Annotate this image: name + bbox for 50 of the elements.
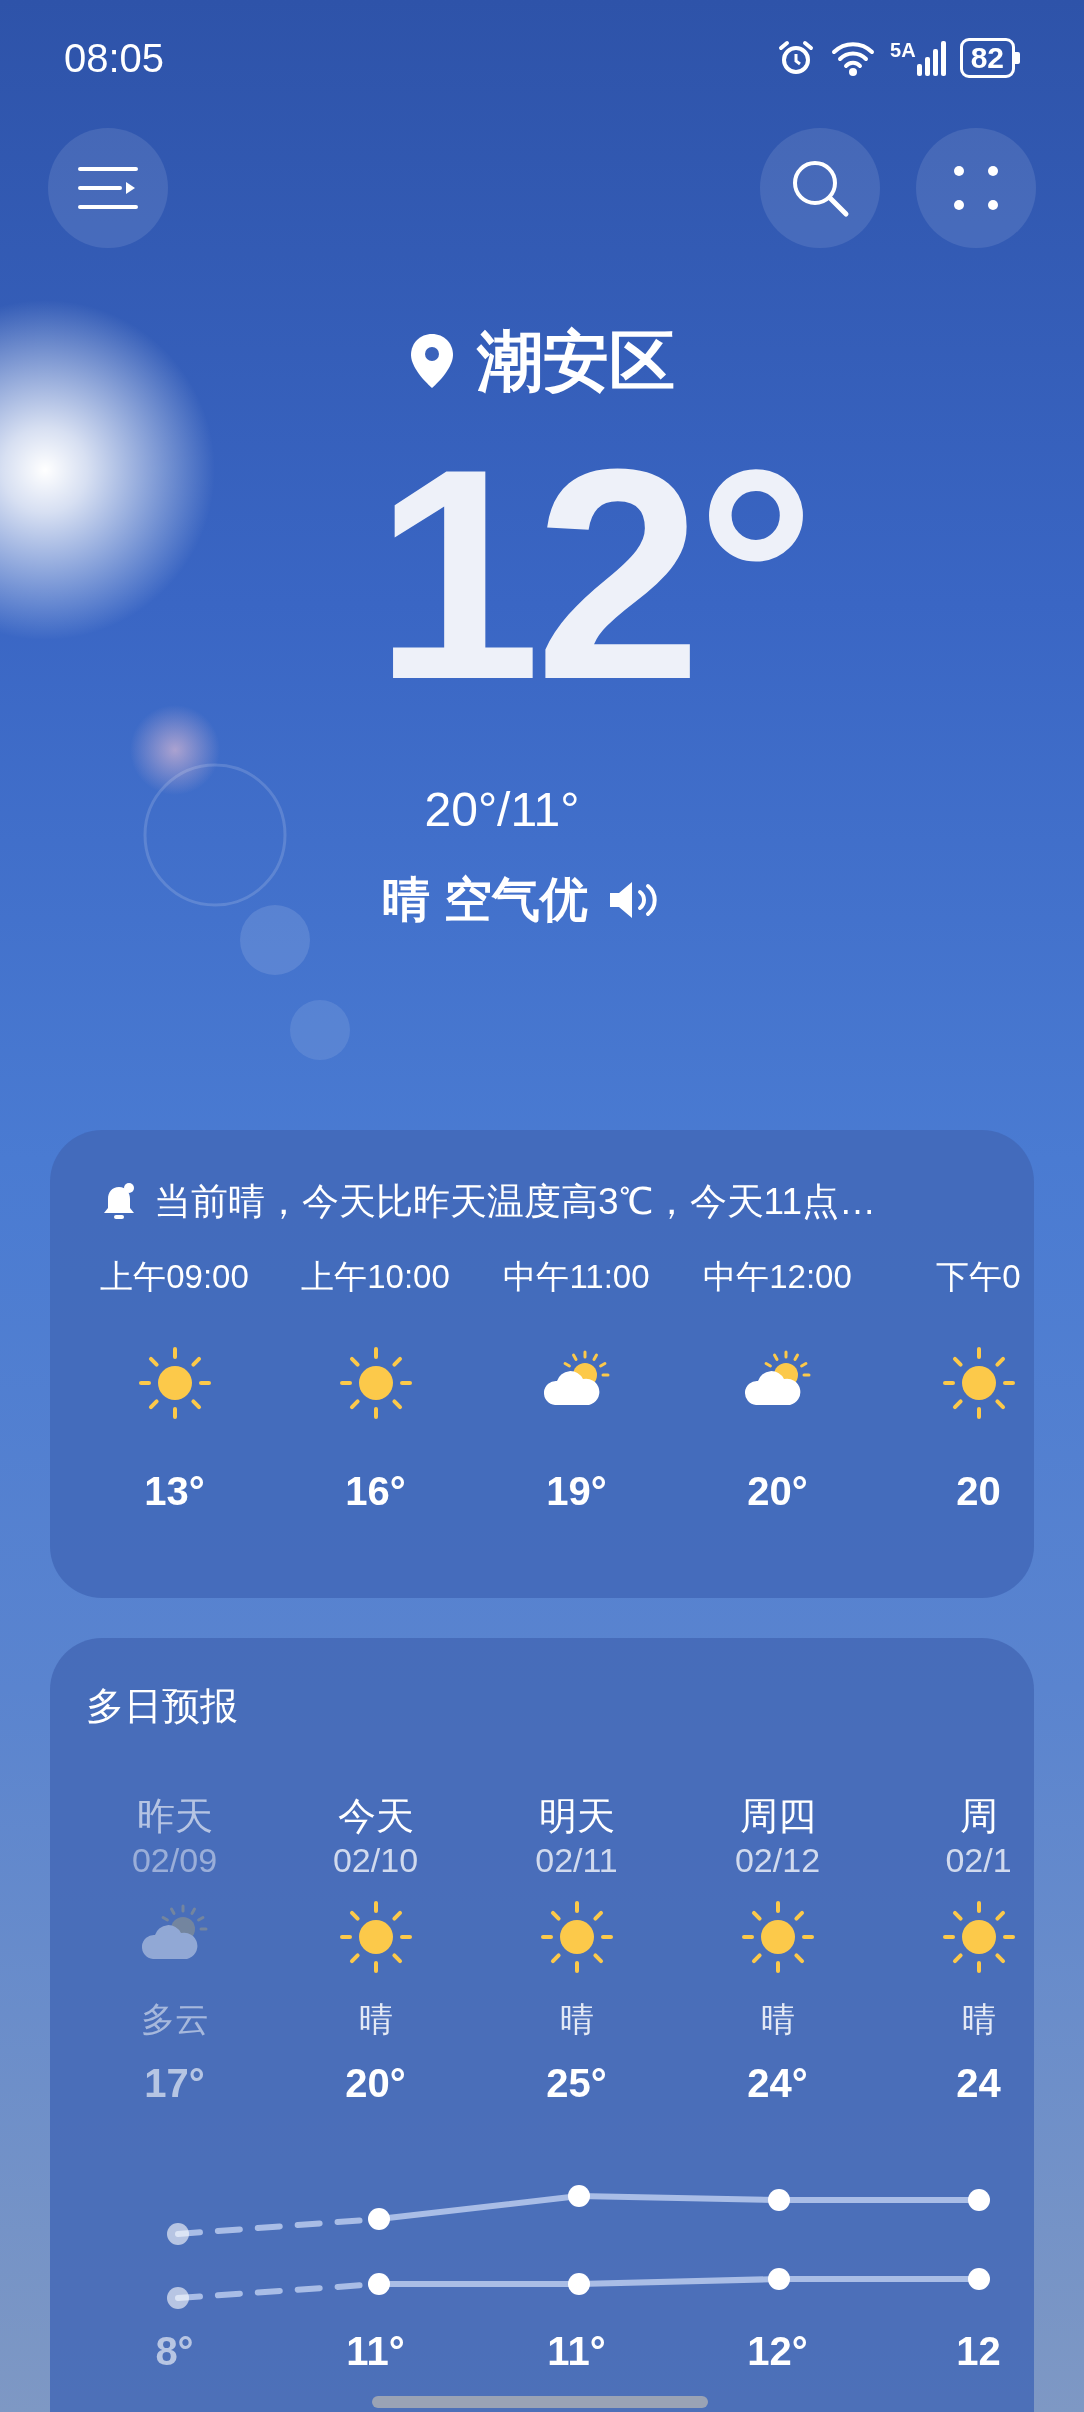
hour-label: 上午09:00: [100, 1256, 249, 1297]
location-pin-icon: [409, 332, 455, 390]
day-high: 25°: [546, 2060, 607, 2107]
hour-temperature: 20°: [747, 1468, 808, 1515]
weather-summary: 晴 空气优: [382, 872, 588, 928]
bell-icon: [102, 1181, 136, 1222]
hour-label: 下午0: [936, 1256, 1021, 1297]
day-date: 02/1: [945, 1840, 1012, 1881]
grid-dots-icon: [954, 166, 998, 210]
day-name: 今天: [337, 1794, 414, 1839]
forecast-title: 多日预报: [86, 1685, 238, 1727]
status-time: 08:05: [64, 35, 165, 82]
temperature-range: 20°/11°: [424, 782, 580, 838]
day-condition: 晴: [760, 1999, 795, 2039]
day-low: 12°: [747, 2328, 808, 2375]
hour-temperature: 13°: [144, 1468, 205, 1515]
day-name: 周四: [739, 1794, 816, 1839]
menu-icon: [77, 165, 139, 211]
day-date: 02/10: [332, 1840, 419, 1881]
network-type: 5A: [890, 40, 916, 60]
signal-icon: [915, 40, 946, 76]
day-condition: 晴: [559, 1999, 594, 2039]
battery-level: 82: [959, 38, 1015, 78]
day-condition: 多云: [140, 1999, 209, 2039]
hour-label: 中午11:00: [503, 1256, 650, 1297]
day-condition: 晴: [358, 1999, 393, 2039]
current-temperature: 12°: [374, 424, 810, 724]
day-name: 昨天: [136, 1794, 213, 1839]
day-condition: 晴: [961, 1999, 996, 2039]
day-high: 24: [956, 2060, 1001, 2107]
day-name: 周: [959, 1794, 998, 1839]
day-high: 17°: [144, 2060, 205, 2107]
battery-tip-icon: [1015, 52, 1020, 64]
day-high: 20°: [345, 2060, 406, 2107]
location-name: 潮安区: [477, 328, 675, 394]
day-date: 02/12: [734, 1840, 821, 1881]
hour-label: 中午12:00: [703, 1256, 852, 1297]
hour-temperature: 16°: [345, 1468, 406, 1515]
day-low: 8°: [155, 2328, 194, 2375]
weather-alert-text: 当前晴，今天比昨天温度高3℃，今天11点…: [154, 1180, 876, 1224]
day-low: 11°: [547, 2328, 606, 2375]
day-high: 24°: [747, 2060, 808, 2107]
hour-temperature: 19°: [546, 1468, 607, 1515]
day-low: 12: [956, 2328, 1001, 2375]
hour-label: 上午10:00: [301, 1256, 450, 1297]
hour-temperature: 20: [956, 1468, 1001, 1515]
day-name: 明天: [538, 1794, 615, 1839]
day-date: 02/09: [131, 1840, 218, 1881]
day-low: 11°: [346, 2328, 405, 2375]
day-date: 02/11: [535, 1840, 618, 1881]
